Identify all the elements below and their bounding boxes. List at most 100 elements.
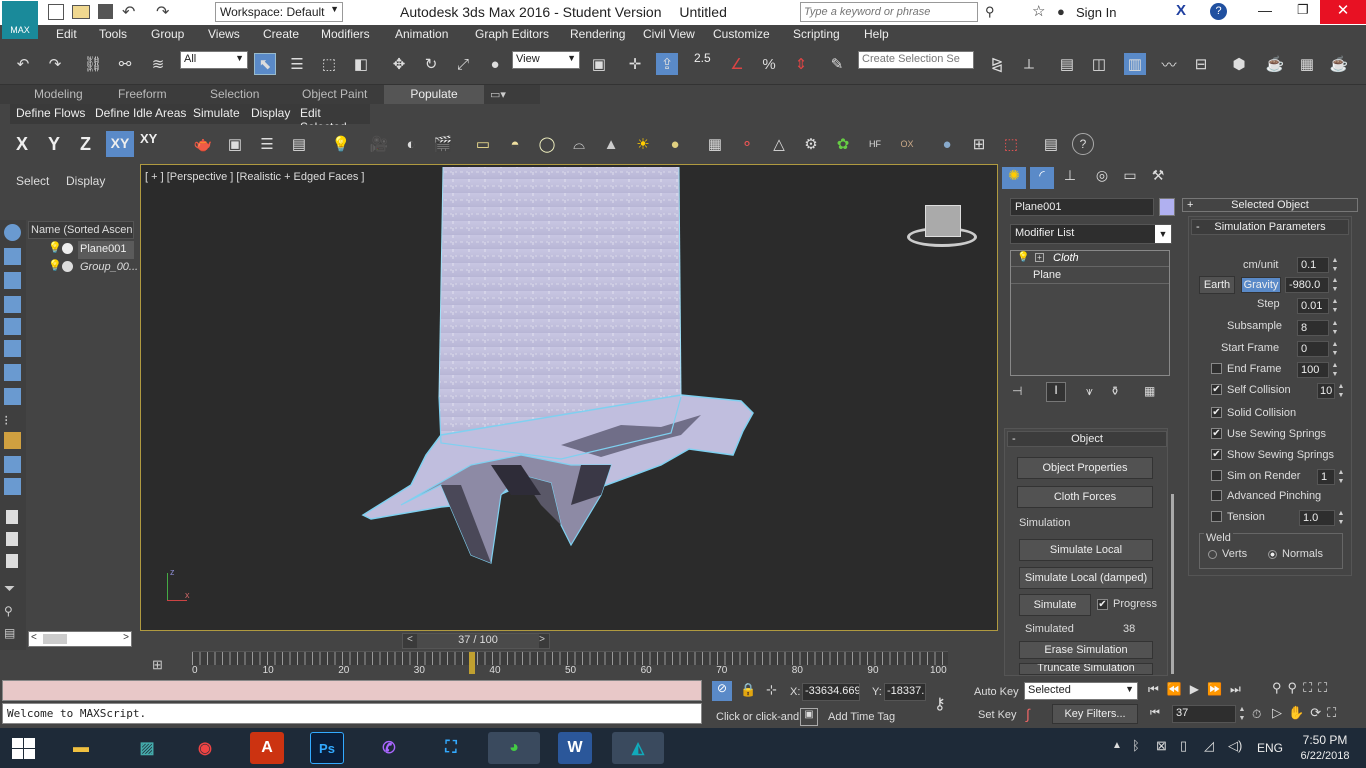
windows-start-icon[interactable] bbox=[12, 738, 36, 760]
panel-scrollbar[interactable] bbox=[1171, 494, 1174, 674]
reference-coordinate-dropdown[interactable]: View ▼ bbox=[512, 51, 580, 69]
menu-tools[interactable]: Tools bbox=[99, 27, 127, 41]
volume-icon[interactable]: ◁) bbox=[1228, 738, 1242, 754]
subsample-spinner[interactable]: ▲ ▼ bbox=[1331, 319, 1339, 337]
select-all-icon[interactable] bbox=[6, 510, 18, 524]
tab-object-paint[interactable]: Object Paint bbox=[302, 87, 367, 101]
named-selection-sets-dropdown[interactable]: Create Selection Se bbox=[858, 51, 974, 69]
word-icon[interactable]: W bbox=[558, 732, 592, 764]
object-name-field[interactable]: Plane001 bbox=[1010, 198, 1154, 216]
schematic-view-icon[interactable]: ⊟ bbox=[1190, 53, 1212, 75]
save-icon[interactable] bbox=[98, 4, 113, 19]
restore-button[interactable]: ❐ bbox=[1297, 2, 1309, 18]
go-to-start-icon[interactable]: ⏮ bbox=[1148, 682, 1167, 696]
scene-display-menu[interactable]: Display bbox=[66, 174, 105, 188]
object-properties-button[interactable]: Object Properties bbox=[1017, 457, 1153, 479]
object-rollout-title[interactable]: - Object bbox=[1007, 431, 1167, 447]
start-frame-spinner[interactable]: ▲ ▼ bbox=[1331, 340, 1339, 358]
sphere-icon[interactable]: ● bbox=[664, 133, 686, 155]
key-mode-toggle-icon[interactable]: ⏮ bbox=[1150, 707, 1160, 720]
simulate-button[interactable]: Simulate bbox=[1019, 594, 1091, 616]
render-region-icon[interactable]: ⬚ bbox=[1000, 133, 1022, 155]
expand-icon[interactable]: + bbox=[1035, 253, 1044, 262]
display-shapes-icon[interactable] bbox=[4, 272, 21, 289]
axis-x-button[interactable]: X bbox=[16, 134, 28, 155]
redo-icon[interactable]: ↷ bbox=[156, 2, 169, 22]
network-icon[interactable]: ⊠ bbox=[1156, 738, 1167, 754]
sphere-light-icon[interactable]: ◯ bbox=[536, 133, 558, 155]
spinner-snap-icon[interactable]: ⇕ bbox=[790, 53, 812, 75]
display-lights-icon[interactable] bbox=[4, 296, 21, 313]
mirror-icon[interactable]: ⧎ bbox=[986, 53, 1008, 75]
redo-icon[interactable]: ↷ bbox=[44, 53, 66, 75]
erase-simulation-button[interactable]: Erase Simulation bbox=[1019, 641, 1153, 659]
angle-snap-icon[interactable]: ∠ bbox=[726, 53, 748, 75]
cloth-forces-button[interactable]: Cloth Forces bbox=[1017, 486, 1153, 508]
next-frame-icon[interactable]: ⏩ bbox=[1207, 682, 1230, 696]
viber-icon[interactable]: ✆ bbox=[372, 732, 406, 764]
sphere-half-icon[interactable]: ◐ bbox=[400, 133, 422, 155]
modify-tab-icon[interactable]: ◜ bbox=[1030, 167, 1054, 189]
toggle-layer-explorer-icon[interactable]: ◫ bbox=[1088, 53, 1110, 75]
menu-graph-editors[interactable]: Graph Editors bbox=[475, 27, 549, 41]
edit-named-sets-icon[interactable]: ✎ bbox=[826, 53, 848, 75]
bind-spacewarp-icon[interactable]: ≋ bbox=[147, 53, 169, 75]
simulation-parameters-title[interactable]: - Simulation Parameters bbox=[1191, 219, 1349, 235]
horizontal-scrollbar[interactable]: < > bbox=[28, 631, 132, 647]
zoom-icon[interactable]: ⚲ bbox=[1272, 680, 1288, 695]
clock-time[interactable]: 7:50 PM bbox=[1300, 733, 1350, 747]
photoshop-icon[interactable]: Ps bbox=[310, 732, 344, 764]
truncate-simulation-button[interactable]: Truncate Simulation bbox=[1019, 663, 1153, 675]
lightbulb-icon[interactable]: 💡 bbox=[1017, 252, 1029, 263]
x-coord-field[interactable]: -33634.669 bbox=[802, 683, 860, 701]
ox-icon[interactable]: OX bbox=[896, 133, 918, 155]
list-item[interactable]: 💡 Plane001 bbox=[28, 241, 134, 259]
rendered-frame-window-icon[interactable]: ▦ bbox=[1296, 53, 1318, 75]
subsample-field[interactable]: 8 bbox=[1297, 320, 1329, 336]
screen-capture-icon[interactable]: ⛶ bbox=[434, 732, 468, 764]
display-xrefs-icon[interactable] bbox=[4, 456, 21, 473]
particle-icon[interactable]: ⚬ bbox=[736, 133, 758, 155]
filter-icon[interactable]: ⏷ bbox=[4, 580, 15, 597]
time-tag-icon[interactable]: ▣ bbox=[800, 708, 818, 726]
simulate-local-damped-button[interactable]: Simulate Local (damped) bbox=[1019, 567, 1153, 589]
select-object-icon[interactable]: ⬉ bbox=[254, 53, 276, 75]
sign-in-link[interactable]: Sign In bbox=[1076, 5, 1116, 20]
axis-xy-button[interactable]: XY bbox=[106, 131, 134, 157]
render-toggle-icon[interactable] bbox=[62, 261, 73, 272]
clock-date[interactable]: 6/22/2018 bbox=[1294, 750, 1356, 762]
menu-group[interactable]: Group bbox=[151, 27, 184, 41]
key-filters-button[interactable]: Key Filters... bbox=[1052, 704, 1138, 724]
stack-item-plane[interactable]: Plane bbox=[1011, 268, 1169, 284]
perspective-viewport[interactable]: [ + ] [Perspective ] [Realistic + Edged … bbox=[140, 164, 998, 631]
help-icon[interactable]: ? bbox=[1210, 3, 1227, 20]
absolute-mode-icon[interactable]: ⊹ bbox=[766, 682, 777, 698]
rect-selection-icon[interactable]: ⬚ bbox=[318, 53, 340, 75]
help-icon[interactable]: ? bbox=[1072, 133, 1094, 155]
gear-icon[interactable]: ⚙ bbox=[800, 133, 822, 155]
find-icon[interactable]: ⚲ bbox=[4, 604, 13, 618]
menu-modifiers[interactable]: Modifiers bbox=[321, 27, 370, 41]
display-helpers-icon[interactable] bbox=[4, 340, 21, 357]
chevron-left-icon[interactable]: < bbox=[407, 634, 413, 645]
language-indicator[interactable]: ENG bbox=[1257, 741, 1283, 755]
triangle-icon[interactable]: △ bbox=[768, 133, 790, 155]
autocad-icon[interactable]: A bbox=[250, 732, 284, 764]
end-frame-checkbox[interactable] bbox=[1211, 363, 1222, 374]
color-wheel-icon[interactable]: ◉ bbox=[188, 732, 222, 764]
percent-snap-icon[interactable]: % bbox=[758, 53, 780, 75]
menu-customize[interactable]: Customize bbox=[713, 27, 770, 41]
utilities-tab-icon[interactable]: ⚒ bbox=[1146, 167, 1170, 189]
chevron-right-icon[interactable]: > bbox=[123, 632, 129, 643]
key-mode-dropdown[interactable]: Selected ▼ bbox=[1024, 682, 1138, 700]
battery-icon[interactable]: ▯ bbox=[1180, 738, 1187, 754]
display-all-icon[interactable] bbox=[4, 478, 21, 495]
play-icon[interactable]: ▶ bbox=[1190, 682, 1207, 696]
advanced-pinching-checkbox[interactable] bbox=[1211, 490, 1222, 501]
start-frame-field[interactable]: 0 bbox=[1297, 341, 1329, 357]
undo-icon[interactable]: ↶ bbox=[12, 53, 34, 75]
zoom-all-icon[interactable]: ⚲ bbox=[1288, 680, 1304, 695]
material-editor-icon[interactable]: ⬢ bbox=[1228, 53, 1250, 75]
display-cameras-icon[interactable] bbox=[4, 318, 21, 335]
display-geometry-icon[interactable] bbox=[4, 248, 21, 265]
